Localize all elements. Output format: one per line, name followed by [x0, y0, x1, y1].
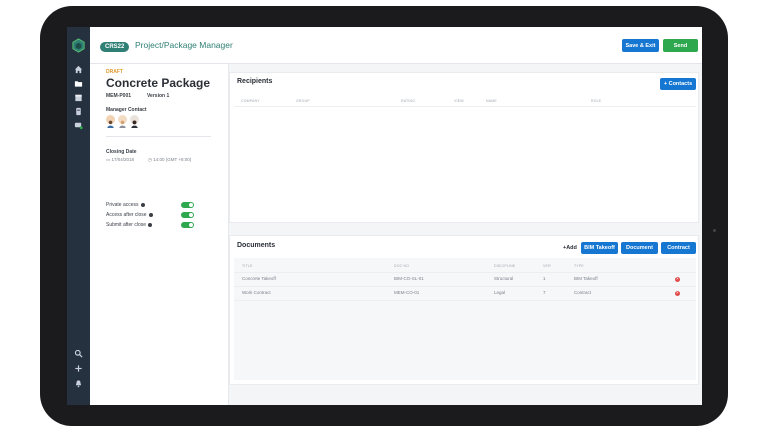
column-header[interactable]: TITLE: [242, 264, 253, 268]
save-exit-button[interactable]: Save & Exit: [622, 39, 659, 52]
column-header[interactable]: DOC NO: [394, 264, 409, 268]
private-access-toggle[interactable]: [181, 202, 194, 208]
column-header[interactable]: COMPANY: [241, 99, 260, 103]
header-divider: [234, 272, 696, 273]
avatar[interactable]: [130, 115, 139, 128]
submit-after-close-label: Submit after close: [106, 222, 153, 228]
home-icon[interactable]: [72, 63, 85, 76]
tablet-camera: [713, 229, 716, 232]
box-icon[interactable]: [72, 105, 85, 118]
sidebar: [67, 27, 90, 405]
column-header[interactable]: GROUP: [296, 99, 310, 103]
package-name: Concrete Package: [106, 76, 211, 90]
project-badge[interactable]: CRS22: [100, 42, 130, 52]
send-button[interactable]: Send: [663, 39, 698, 52]
recipients-card: Recipients + Contacts COMPANY GROUP RATI…: [229, 72, 699, 223]
access-after-close-label: Access after close: [106, 212, 153, 218]
column-header[interactable]: DISCIPLINE: [494, 264, 515, 268]
remove-icon[interactable]: [675, 290, 680, 296]
column-header[interactable]: ROLE: [591, 99, 601, 103]
documents-title: Documents: [237, 242, 276, 249]
info-icon[interactable]: [148, 212, 153, 217]
calendar-icon[interactable]: [72, 91, 85, 104]
info-icon[interactable]: [148, 222, 153, 227]
access-after-close-toggle[interactable]: [181, 212, 194, 218]
avatar[interactable]: [106, 115, 115, 128]
column-header[interactable]: NAME: [486, 99, 497, 103]
add-document-link[interactable]: +Add: [563, 245, 577, 251]
chat-icon[interactable]: [72, 119, 85, 132]
add-icon[interactable]: [72, 362, 85, 375]
closing-date-value[interactable]: ▭ 17/04/2018: [106, 157, 134, 163]
package-code: MEM-P001: [106, 93, 132, 99]
contract-button[interactable]: Contract: [661, 242, 696, 254]
package-version: Version 1: [147, 93, 170, 99]
folder-icon[interactable]: [72, 77, 85, 90]
private-access-label: Private access: [106, 202, 145, 208]
column-header[interactable]: RATING: [401, 99, 415, 103]
package-panel: DRAFT Concrete Package MEM-P001 Version …: [90, 64, 229, 405]
header-divider: [234, 106, 696, 107]
recipients-title: Recipients: [237, 78, 273, 85]
documents-table: [234, 258, 696, 380]
closing-date-label: Closing Date: [106, 149, 137, 155]
documents-card: Documents +Add BIM Takeoff Document Cont…: [229, 235, 699, 385]
app-screen: CRS22 Project/Package Manager Save & Exi…: [67, 27, 702, 405]
row-divider: [234, 286, 696, 287]
avatar[interactable]: [118, 115, 127, 128]
info-icon[interactable]: [140, 202, 145, 207]
app-logo-icon[interactable]: [71, 38, 86, 53]
column-header[interactable]: VIEW: [454, 99, 464, 103]
status-badge: DRAFT: [106, 69, 123, 75]
row-divider: [234, 300, 696, 301]
column-header[interactable]: VER: [543, 264, 551, 268]
manager-contact-label: Manager Contact: [106, 107, 147, 113]
search-icon[interactable]: [72, 347, 85, 360]
bell-icon[interactable]: [72, 377, 85, 390]
column-header[interactable]: TYPE: [574, 264, 584, 268]
top-header: CRS22 Project/Package Manager Save & Exi…: [90, 27, 702, 64]
closing-time-value[interactable]: ◷ 14:00 (GMT +8:00): [148, 157, 191, 163]
divider: [106, 136, 211, 137]
remove-icon[interactable]: [675, 276, 680, 282]
bim-takeoff-button[interactable]: BIM Takeoff: [581, 242, 618, 254]
add-contacts-button[interactable]: + Contacts: [660, 78, 696, 90]
submit-after-close-toggle[interactable]: [181, 222, 194, 228]
page-title: Project/Package Manager: [135, 40, 233, 50]
document-button[interactable]: Document: [621, 242, 658, 254]
